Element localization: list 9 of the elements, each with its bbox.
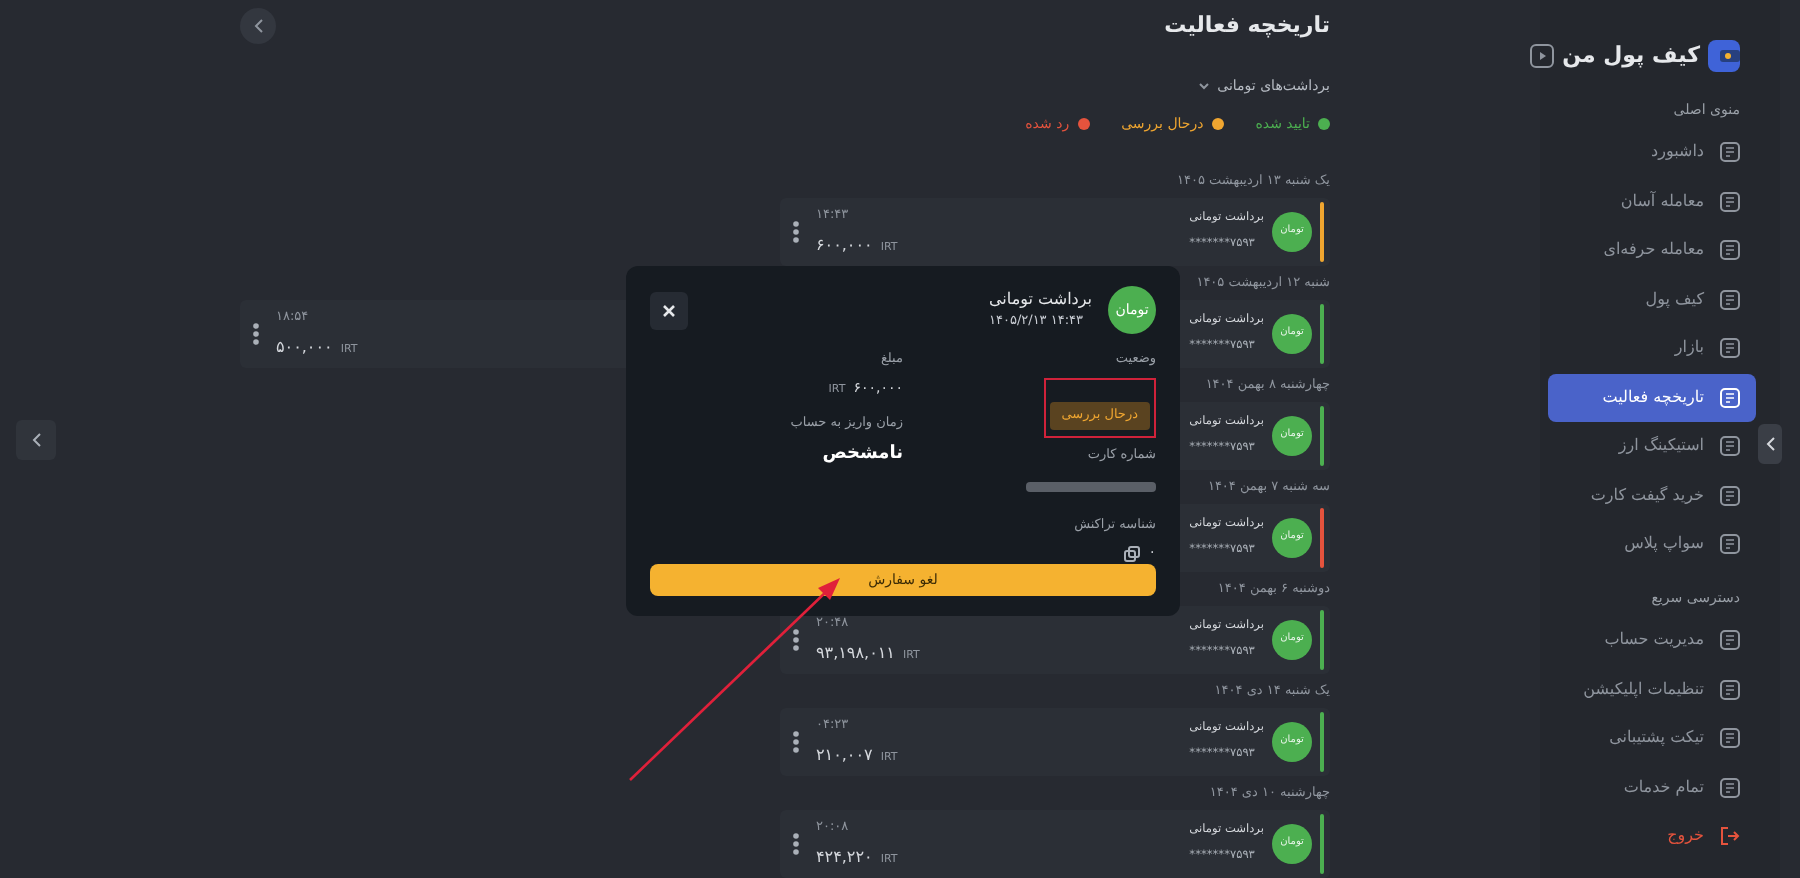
- amount: ۶۰۰,۰۰۰: [816, 233, 873, 258]
- page-title: تاریخچه فعالیت: [1164, 9, 1330, 42]
- dialog-title: برداشت تومانی: [988, 288, 1092, 313]
- amount: ۴۲۴,۲۲۰: [816, 845, 873, 870]
- amount: ۹۳,۱۹۸,۰۱۱: [816, 641, 895, 666]
- amount: ۲۱۰,۰۰۷: [816, 743, 873, 768]
- deposit-time: نامشخص: [822, 442, 903, 468]
- amount: ۵۰۰,۰۰۰: [276, 335, 333, 360]
- logo-text: کیف پول من: [1562, 40, 1700, 72]
